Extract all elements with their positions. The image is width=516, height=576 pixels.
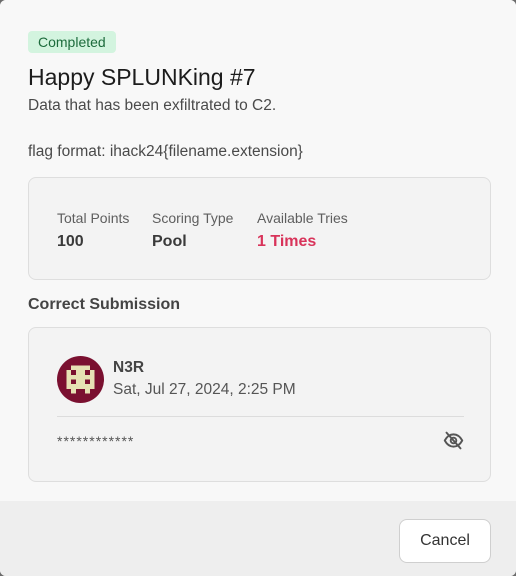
stat-value: 100 bbox=[57, 233, 84, 250]
stat-available-tries: Available Tries 1 Times bbox=[257, 210, 348, 251]
stat-total-points: Total Points 100 bbox=[57, 210, 129, 251]
challenge-title: Happy SPLUNKing #7 bbox=[28, 64, 256, 90]
status-badge: Completed bbox=[28, 31, 116, 53]
stat-value: Pool bbox=[152, 233, 187, 250]
masked-answer: ************ bbox=[57, 433, 135, 449]
eye-off-icon[interactable] bbox=[442, 429, 464, 451]
modal-content: Completed Happy SPLUNKing #7 Data that h… bbox=[0, 0, 516, 501]
cancel-button[interactable]: Cancel bbox=[399, 519, 491, 563]
submitter-name: N3R bbox=[113, 359, 145, 376]
stat-label: Total Points bbox=[57, 210, 130, 226]
stat-label: Available Tries bbox=[257, 210, 348, 226]
challenge-modal: Completed Happy SPLUNKing #7 Data that h… bbox=[0, 0, 516, 576]
stat-scoring-type: Scoring Type Pool bbox=[152, 210, 233, 251]
divider bbox=[57, 416, 464, 417]
section-title: Correct Submission bbox=[28, 296, 181, 313]
stat-label: Scoring Type bbox=[152, 210, 234, 226]
submission-timestamp: Sat, Jul 27, 2024, 2:25 PM bbox=[113, 381, 296, 398]
submission-card: N3R Sat, Jul 27, 2024, 2:25 PM *********… bbox=[28, 327, 491, 482]
stat-value: 1 Times bbox=[257, 233, 317, 250]
challenge-description: Data that has been exfiltrated to C2. bbox=[28, 97, 277, 114]
avatar bbox=[57, 356, 104, 403]
stats-card: Total Points 100 Scoring Type Pool Avail… bbox=[28, 177, 491, 280]
flag-format-text: flag format: ihack24{filename.extension} bbox=[28, 143, 303, 160]
